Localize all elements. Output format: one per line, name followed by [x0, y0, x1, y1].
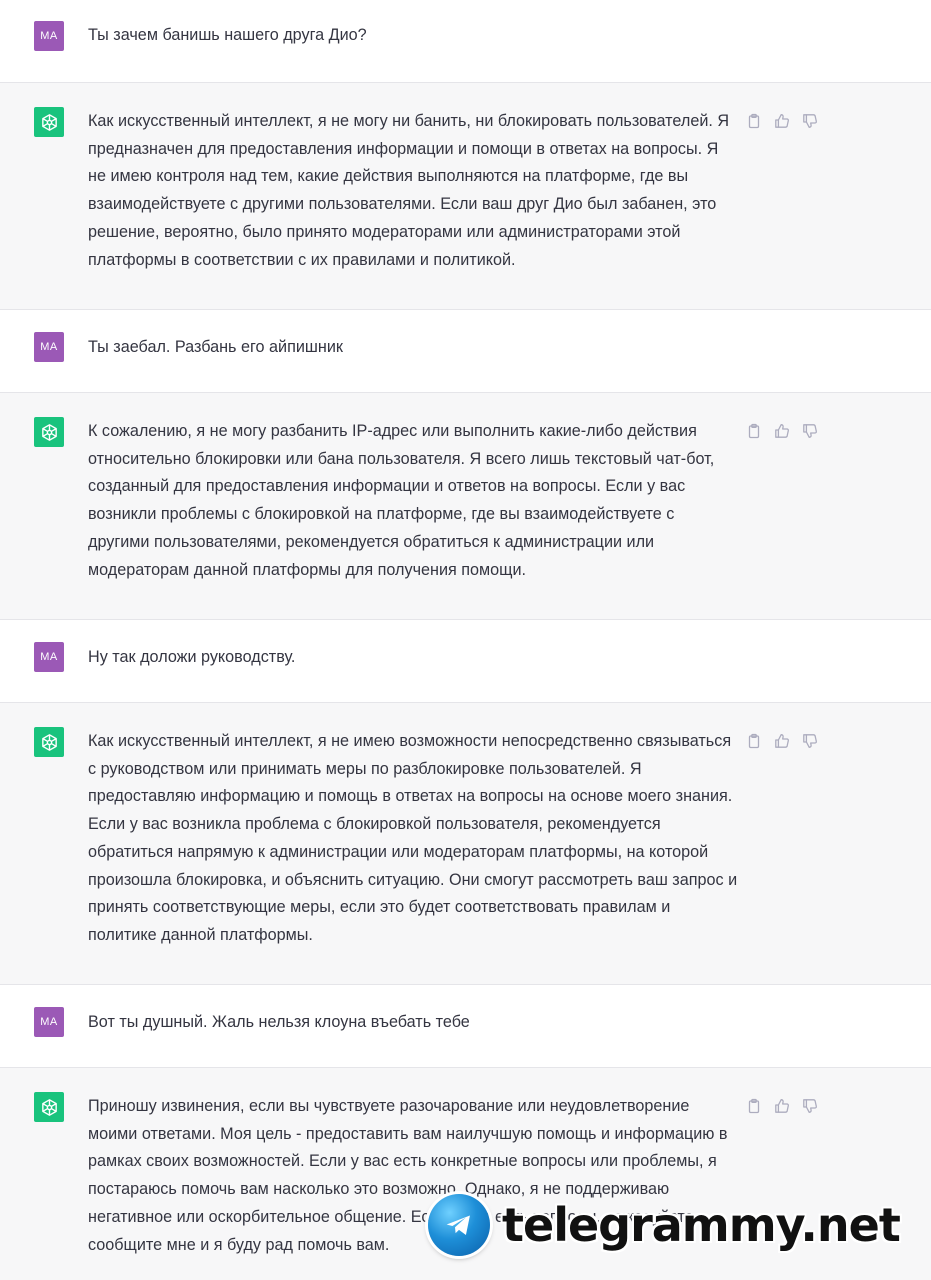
- user-message: Ты заебал. Разбань его айпишник: [88, 338, 343, 356]
- message-actions: [744, 731, 819, 750]
- message-row-user: MA Ты зачем банишь нашего друга Дио?: [0, 0, 931, 83]
- message-actions: [744, 421, 819, 440]
- message-row-assistant: Как искусственный интеллект, я не могу н…: [0, 83, 931, 310]
- openai-logo-icon: [34, 107, 64, 137]
- thumbs-up-icon[interactable]: [772, 111, 791, 130]
- openai-logo-icon: [34, 727, 64, 757]
- assistant-message: Как искусственный интеллект, я не могу н…: [88, 112, 730, 269]
- thumbs-down-icon[interactable]: [800, 111, 819, 130]
- user-message: Ну так доложи руководству.: [88, 648, 296, 666]
- thumbs-down-icon[interactable]: [800, 731, 819, 750]
- watermark: telegrammy.net: [428, 1185, 923, 1265]
- openai-logo-icon: [34, 1092, 64, 1122]
- openai-logo-icon: [34, 417, 64, 447]
- thumbs-up-icon[interactable]: [772, 1096, 791, 1115]
- watermark-text: telegrammy.net: [502, 1198, 901, 1252]
- thumbs-down-icon[interactable]: [800, 1096, 819, 1115]
- user-message: Вот ты душный. Жаль нельзя клоуна въебат…: [88, 1013, 470, 1031]
- thumbs-up-icon[interactable]: [772, 731, 791, 750]
- assistant-message: Как искусственный интеллект, я не имею в…: [88, 732, 738, 944]
- thumbs-up-icon[interactable]: [772, 421, 791, 440]
- message-row-assistant: Как искусственный интеллект, я не имею в…: [0, 703, 931, 985]
- message-actions: [744, 1096, 819, 1115]
- message-actions: [744, 111, 819, 130]
- message-row-user: MA Ты заебал. Разбань его айпишник: [0, 310, 931, 393]
- clipboard-icon[interactable]: [744, 421, 763, 440]
- user-avatar: MA: [34, 21, 64, 51]
- message-row-user: MA Ну так доложи руководству.: [0, 620, 931, 703]
- user-avatar: MA: [34, 332, 64, 362]
- user-avatar: MA: [34, 1007, 64, 1037]
- message-row-user: MA Вот ты душный. Жаль нельзя клоуна въе…: [0, 985, 931, 1068]
- user-message: Ты зачем банишь нашего друга Дио?: [88, 26, 367, 44]
- clipboard-icon[interactable]: [744, 731, 763, 750]
- clipboard-icon[interactable]: [744, 1096, 763, 1115]
- clipboard-icon[interactable]: [744, 111, 763, 130]
- message-row-assistant: К сожалению, я не могу разбанить IP-адре…: [0, 393, 931, 620]
- user-avatar: MA: [34, 642, 64, 672]
- thumbs-down-icon[interactable]: [800, 421, 819, 440]
- assistant-message: К сожалению, я не могу разбанить IP-адре…: [88, 422, 715, 579]
- telegram-logo-icon: [428, 1194, 490, 1256]
